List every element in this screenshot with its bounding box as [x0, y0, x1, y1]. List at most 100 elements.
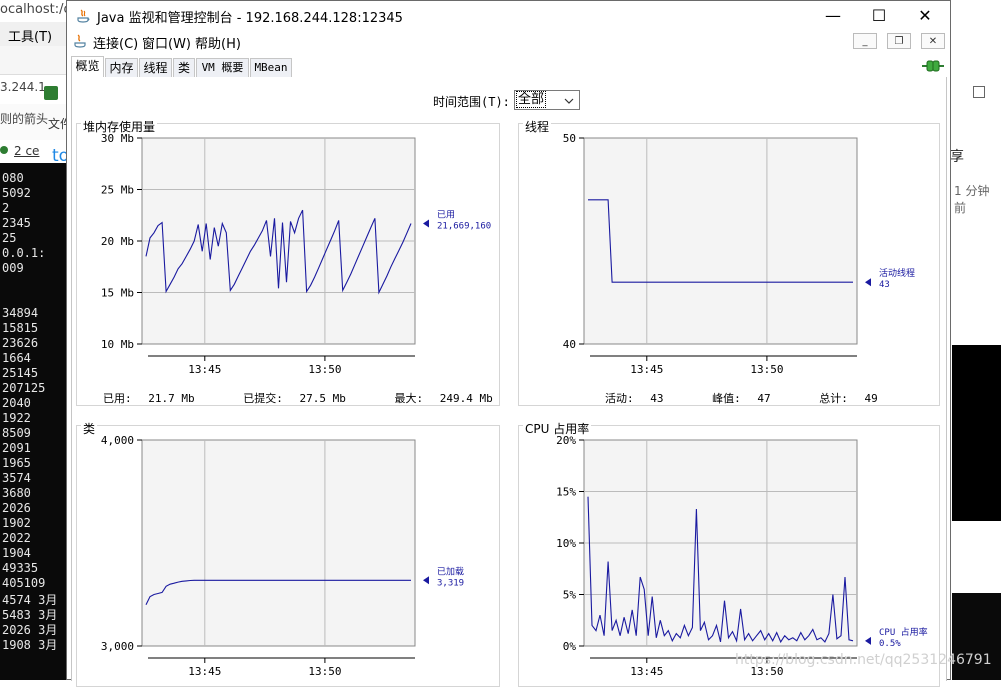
mdi-restore-button[interactable]: ❐ — [887, 33, 911, 49]
y-tick-label: 20% — [556, 434, 576, 447]
terminal-line: 49335 — [2, 561, 39, 575]
cpu-usage-panel: CPU 占用率 0% 5% 10% 15% 20% 13:45 13:50 CPU 占用率 0.… — [518, 420, 940, 687]
menu-help[interactable]: 帮助(H) — [195, 33, 241, 52]
heap-memory-chart: 10 Mb 15 Mb 20 Mb 25 Mb 30 Mb 13:45 13:50 已用21,… — [101, 132, 491, 376]
mdi-close-button[interactable]: ✕ — [921, 33, 945, 49]
threads-total-label: 总计: — [819, 392, 848, 405]
threads-peak-value: 47 — [757, 392, 771, 405]
tab-vm-summary[interactable]: VM 概要 — [196, 58, 249, 77]
terminal-line: 2026 — [2, 501, 31, 515]
y-tick-label: 10% — [556, 537, 576, 550]
heap-used-value: 21.7 Mb — [148, 392, 195, 405]
heap-used-label: 已用: — [103, 392, 132, 405]
y-tick-label: 3,000 — [101, 640, 134, 653]
terminal-line: 1965 — [2, 456, 31, 470]
terminal-line: 2345 — [2, 216, 31, 230]
tab-mbean[interactable]: MBean — [250, 58, 292, 77]
restore-icon: ❐ — [894, 36, 904, 47]
x-tick-label: 13:50 — [308, 363, 341, 376]
terminal-line: 1908 3月 — [2, 638, 58, 652]
terminal-line: 2 — [2, 201, 10, 215]
java-icon[interactable] — [72, 33, 88, 49]
threads-live-value: 43 — [650, 392, 664, 405]
threads-live-label: 活动: — [605, 392, 634, 405]
heap-max-value: 249.4 Mb — [439, 392, 493, 405]
terminal-line: 8509 — [2, 426, 31, 440]
y-tick-label: 50 — [563, 132, 576, 145]
background-share-label[interactable]: 享 — [950, 146, 964, 166]
background-url: ocalhost:/o — [0, 2, 72, 17]
watermark: https://blog.csdn.net/qq2531246791 — [735, 652, 992, 668]
classes-chart: 3,000 4,000 13:45 13:50 已加载3,319 — [101, 434, 464, 678]
tab-label: 类 — [177, 61, 190, 75]
tab-overview[interactable]: 概览 — [71, 56, 104, 78]
x-tick-label: 13:45 — [188, 665, 221, 678]
minimize-icon: — — [825, 6, 841, 25]
maximize-icon[interactable] — [973, 86, 985, 98]
terminal-line: 2091 — [2, 441, 31, 455]
legend-marker — [865, 278, 871, 287]
legend-value: 3,319 — [437, 578, 464, 588]
y-tick-label: 40 — [563, 338, 576, 351]
background-time-label: 1 分钟前 — [954, 184, 990, 215]
chevron-down-icon — [564, 98, 574, 104]
tab-threads[interactable]: 线程 — [139, 58, 172, 77]
threads-peak-label: 峰值: — [712, 392, 741, 405]
terminal-line: 009 — [2, 261, 24, 275]
maximize-button[interactable]: ☐ — [856, 1, 902, 30]
y-tick-label: 15 Mb — [101, 287, 134, 300]
tab-classes[interactable]: 类 — [173, 58, 195, 77]
legend-value: 43 — [879, 280, 890, 290]
terminal-line: 5092 — [2, 186, 31, 200]
window-title: Java 监视和管理控制台 - 192.168.244.128:12345 — [97, 11, 403, 26]
terminal-line: 1922 — [2, 411, 31, 425]
legend-label: CPU 占用率 — [879, 626, 928, 638]
heap-stats: 已用: 21.7 Mb 已提交: 27.5 Mb 最大: 249.4 Mb — [103, 390, 493, 406]
close-button[interactable]: ✕ — [902, 1, 948, 30]
tab-label: 内存 — [109, 61, 134, 75]
y-tick-label: 20 Mb — [101, 235, 134, 248]
time-range-select[interactable]: 全部 — [514, 90, 580, 110]
heap-memory-panel: 堆内存使用量 10 Mb 15 Mb 20 Mb 25 Mb 30 Mb 13:45 13:… — [76, 118, 500, 406]
tab-label: 线程 — [143, 61, 168, 75]
background-menu-tools[interactable]: 工具(T) — [8, 26, 52, 45]
menu-connect[interactable]: 连接(C) — [93, 33, 138, 52]
threads-total-value: 49 — [864, 392, 878, 405]
legend-label: 活动线程 — [879, 267, 915, 279]
cpu-usage-chart: 0%5%10%15%20%13:45 13:50CPU 占用率0.5% — [556, 434, 928, 678]
x-tick-label: 13:45 — [188, 363, 221, 376]
y-tick-label: 0% — [563, 640, 577, 653]
threads-stats: 活动: 43 峰值: 47 总计: 49 — [605, 390, 878, 406]
heap-committed-label: 已提交: — [243, 392, 283, 405]
minimize-button[interactable]: — — [810, 1, 856, 30]
java-icon — [77, 9, 90, 23]
x-tick-label: 13:45 — [630, 665, 663, 678]
tab-label: MBean — [254, 61, 288, 74]
tab-label: 概览 — [75, 59, 100, 73]
x-tick-label: 13:50 — [308, 665, 341, 678]
terminal-line: 2022 — [2, 531, 31, 545]
evernote-icon — [44, 86, 58, 100]
legend-value: 21,669,160 — [437, 221, 491, 231]
menu-window[interactable]: 窗口(W) — [142, 33, 191, 52]
terminal-line: 207125 — [2, 381, 46, 395]
terminal-line: 23626 — [2, 336, 39, 350]
threads-chart: 40 50 13:45 13:50 活动线程43 — [563, 132, 915, 376]
plot-area — [583, 137, 858, 345]
mdi-minimize-button[interactable]: _ — [853, 33, 877, 49]
tab-label: VM 概要 — [201, 61, 244, 74]
background-arrow-text: 则的箭头 — [0, 112, 49, 126]
terminal-line: 3574 — [2, 471, 31, 485]
tab-memory[interactable]: 内存 — [105, 58, 138, 77]
terminal-line: 15815 — [2, 321, 39, 335]
minimize-icon: _ — [862, 36, 868, 47]
title-bar[interactable]: Java 监视和管理控制台 - 192.168.244.128:12345 — … — [67, 1, 950, 30]
plot-area — [141, 439, 416, 647]
background-ip-text: 3.244.1 — [0, 80, 46, 94]
legend-marker — [865, 636, 871, 645]
background-link[interactable]: 2 ce — [14, 144, 39, 158]
legend-marker — [423, 219, 429, 228]
terminal-line: 34894 — [2, 306, 39, 320]
y-tick-label: 5% — [563, 589, 577, 602]
terminal-line: 25 — [2, 231, 17, 245]
